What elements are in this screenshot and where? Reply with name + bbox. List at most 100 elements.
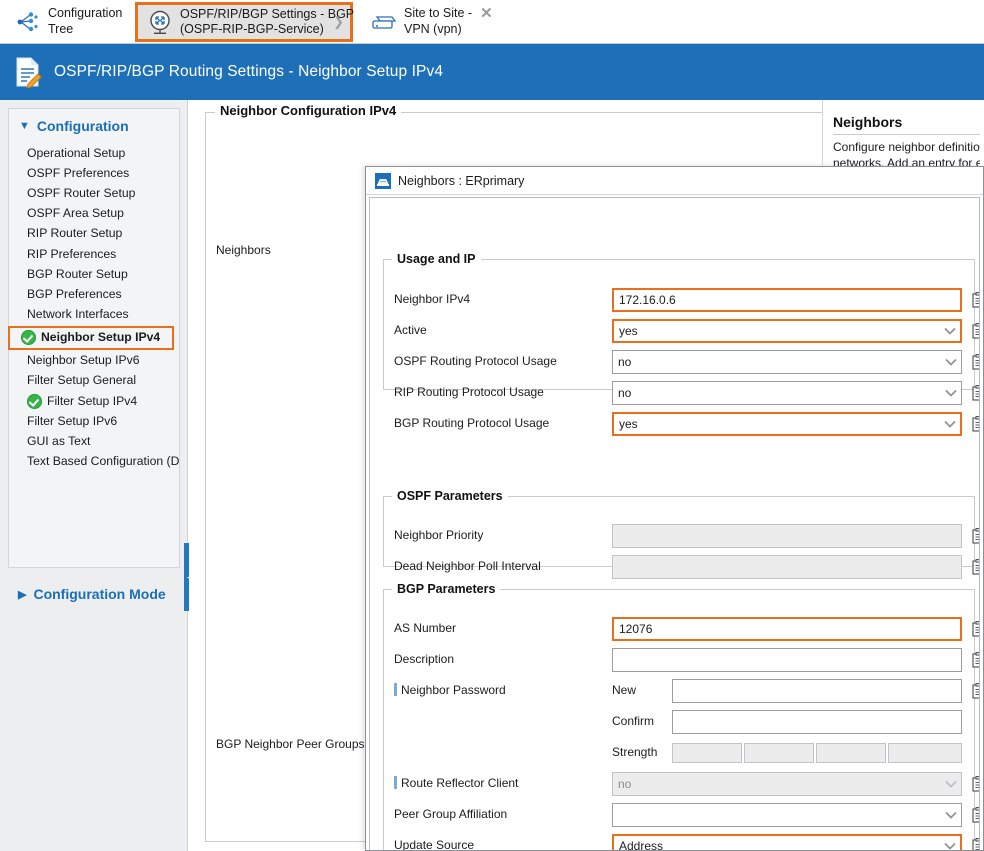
ospf-routing-protocol-usage-select[interactable]: no: [612, 350, 962, 374]
sidebar-item-label: Neighbor Setup IPv6: [27, 353, 140, 368]
chevron-down-icon[interactable]: [944, 808, 958, 822]
tab-site-to-site-vpn[interactable]: Site to Site - VPN (vpn) ✕: [362, 1, 501, 42]
close-icon[interactable]: ✕: [480, 6, 493, 21]
field-label: OSPF Routing Protocol Usage: [394, 354, 557, 368]
sidebar-item-neighbor-setup-ipv6[interactable]: Neighbor Setup IPv6: [9, 351, 179, 371]
update-source-select[interactable]: Address: [612, 834, 962, 850]
dialog-title: Neighbors : ERprimary: [398, 173, 525, 188]
field-label: Peer Group Affiliation: [394, 807, 508, 821]
field-value: no: [618, 777, 632, 791]
field-label: AS Number: [394, 621, 457, 635]
chevron-right-icon: ▶: [18, 588, 27, 601]
bgp-peer-groups-row-label: BGP Neighbor Peer Groups: [216, 737, 365, 751]
field-label: Route Reflector Client: [401, 776, 519, 790]
clipboard-menu-icon[interactable]: [972, 527, 979, 545]
neighbor-password-confirm-input[interactable]: [672, 710, 962, 734]
sidebar-item-ospf-router-setup[interactable]: OSPF Router Setup: [9, 183, 179, 203]
chevron-right-icon[interactable]: ❯: [333, 14, 344, 30]
clipboard-menu-icon[interactable]: [972, 384, 979, 402]
neighbor-priority-input[interactable]: [612, 524, 962, 548]
clipboard-menu-icon[interactable]: [972, 291, 979, 309]
clipboard-menu-icon[interactable]: [972, 353, 979, 371]
clipboard-menu-icon[interactable]: [972, 415, 979, 433]
tab-configuration-tree[interactable]: Configuration Tree: [8, 1, 130, 42]
sidebar-item-network-interfaces[interactable]: Network Interfaces: [9, 305, 179, 325]
help-line-1: Configure neighbor definition: [833, 140, 980, 154]
field-value: yes: [619, 324, 638, 338]
clipboard-menu-icon[interactable]: [972, 806, 979, 824]
route-reflector-client-select[interactable]: no: [612, 772, 962, 796]
field-value: no: [618, 386, 632, 400]
sidebar: ▼ Configuration Operational Setup OSPF P…: [0, 100, 197, 851]
field-row-neighbor-priority: Neighbor Priority: [394, 524, 979, 548]
clipboard-menu-icon[interactable]: [972, 322, 979, 340]
config-tree-icon: [16, 10, 42, 34]
sidebar-item-label: BGP Router Setup: [27, 266, 128, 281]
clipboard-menu-icon[interactable]: [972, 682, 979, 700]
chevron-down-icon[interactable]: [943, 417, 957, 431]
dead-neighbor-poll-interval-input[interactable]: [612, 555, 962, 579]
clipboard-menu-icon[interactable]: [972, 651, 979, 669]
chevron-down-icon[interactable]: [943, 839, 957, 850]
sidebar-item-label: Neighbor Setup IPv4: [41, 330, 161, 345]
sidebar-item-filter-setup-general[interactable]: Filter Setup General: [9, 371, 179, 391]
router-icon: [146, 8, 174, 36]
field-row-password-strength: Strength: [394, 741, 972, 765]
tab-ospf-rip-bgp-settings[interactable]: OSPF/RIP/BGP Settings - BGP (OSPF-RIP-BG…: [135, 2, 355, 42]
neighbor-ipv4-input[interactable]: 172.16.0.6: [612, 288, 962, 312]
field-label: Active: [394, 323, 427, 337]
sidebar-item-bgp-preferences[interactable]: BGP Preferences: [9, 284, 179, 304]
bgp-routing-protocol-usage-select[interactable]: yes: [612, 412, 962, 436]
field-label: Neighbor Priority: [394, 528, 484, 542]
sidebar-item-text-based-configuration[interactable]: Text Based Configuration (DEP: [9, 452, 179, 472]
peer-group-affiliation-select[interactable]: [612, 803, 962, 827]
field-value: 172.16.0.6: [619, 293, 676, 307]
field-row-rip-routing-protocol-usage: RIP Routing Protocol Usage no: [394, 381, 979, 405]
clipboard-menu-icon[interactable]: [972, 775, 979, 793]
neighbors-row-label: Neighbors: [216, 243, 271, 257]
sidebar-item-rip-preferences[interactable]: RIP Preferences: [9, 244, 179, 264]
sidebar-item-filter-setup-ipv4[interactable]: Filter Setup IPv4: [9, 391, 179, 411]
status-check-icon: [27, 393, 42, 409]
field-value: 12076: [619, 622, 653, 636]
tab-label-line1: OSPF/RIP/BGP Settings - BGP: [180, 6, 355, 21]
chevron-down-icon[interactable]: [944, 777, 958, 791]
sidebar-item-filter-setup-ipv6[interactable]: Filter Setup IPv6: [9, 411, 179, 431]
sidebar-item-operational-setup[interactable]: Operational Setup: [9, 143, 179, 163]
sidebar-item-neighbor-setup-ipv4[interactable]: Neighbor Setup IPv4: [8, 325, 174, 350]
help-panel-title: Neighbors: [833, 114, 980, 135]
sidebar-group-configuration[interactable]: ▼ Configuration: [9, 109, 179, 143]
sidebar-item-label: OSPF Router Setup: [27, 185, 136, 200]
dialog-body: Usage and IP Neighbor IPv4 172.16.0.6 Ac…: [369, 197, 980, 850]
clipboard-menu-icon[interactable]: [972, 620, 979, 638]
sidebar-group-label: Configuration Mode: [33, 586, 166, 602]
description-input[interactable]: [612, 648, 962, 672]
field-value: Address: [619, 839, 664, 850]
neighbor-password-new-input[interactable]: [672, 679, 962, 703]
tab-label-line2: (OSPF-RIP-BGP-Service): [180, 22, 324, 36]
tab-label: Configuration Tree: [48, 6, 122, 37]
sidebar-item-label: OSPF Area Setup: [27, 206, 124, 221]
chevron-down-icon[interactable]: [943, 324, 957, 338]
field-label: BGP Routing Protocol Usage: [394, 416, 550, 430]
sidebar-group-configuration-mode[interactable]: ▶ Configuration Mode: [8, 586, 166, 602]
sidebar-item-bgp-router-setup[interactable]: BGP Router Setup: [9, 264, 179, 284]
chevron-down-icon[interactable]: [944, 355, 958, 369]
clipboard-menu-icon[interactable]: [972, 558, 979, 576]
sidebar-item-ospf-preferences[interactable]: OSPF Preferences: [9, 163, 179, 183]
active-select[interactable]: yes: [612, 319, 962, 343]
rip-routing-protocol-usage-select[interactable]: no: [612, 381, 962, 405]
sidebar-item-gui-as-text[interactable]: GUI as Text: [9, 431, 179, 451]
tab-label-line1: Site to Site -: [404, 6, 473, 21]
sidebar-item-rip-router-setup[interactable]: RIP Router Setup: [9, 224, 179, 244]
field-label: Neighbor IPv4: [394, 292, 471, 306]
document-edit-icon: [14, 56, 42, 88]
password-confirm-label: Confirm: [612, 714, 655, 728]
sidebar-item-ospf-area-setup[interactable]: OSPF Area Setup: [9, 204, 179, 224]
sidebar-item-label: Filter Setup IPv4: [47, 393, 138, 408]
as-number-input[interactable]: 12076: [612, 617, 962, 641]
clipboard-menu-icon[interactable]: [972, 837, 979, 850]
tab-label: Site to Site - VPN (vpn): [404, 6, 472, 37]
chevron-down-icon[interactable]: [944, 386, 958, 400]
field-value: no: [618, 355, 632, 369]
